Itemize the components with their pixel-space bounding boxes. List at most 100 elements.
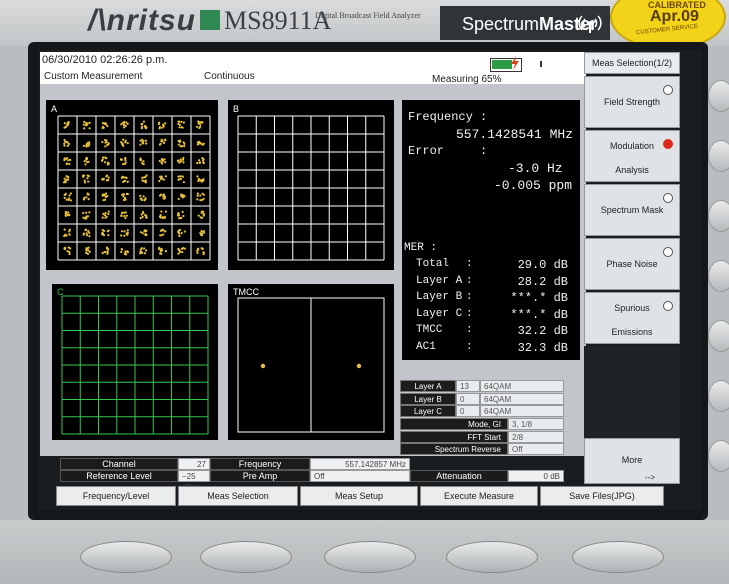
tmcc-panel[interactable]: TMCC <box>228 284 394 440</box>
mer-row-label: Layer A <box>416 274 463 287</box>
charging-bolt-icon <box>508 56 522 75</box>
constellation-b-plot <box>237 115 385 261</box>
bottom-key-execute-measure[interactable]: Execute Measure <box>420 486 538 506</box>
frequency-param-label: Frequency <box>210 458 310 470</box>
hardware-button-3[interactable] <box>324 541 416 573</box>
mer-row-value: ***.* dB <box>510 291 568 305</box>
calibration-date: Apr.09 <box>650 8 699 25</box>
mer-row-sep: : <box>466 324 473 336</box>
softkey-label-line2: Analysis <box>615 165 649 175</box>
softkey-label: Phase Noise <box>606 259 658 269</box>
layer-name: Layer A <box>400 380 456 392</box>
layer-modulation: 64QAM <box>480 405 564 417</box>
mer-row-label: Layer C <box>416 307 463 320</box>
radio-indicator-icon <box>663 301 673 311</box>
side-hardware-button-6[interactable] <box>708 380 729 412</box>
softkey-label-line2: Emissions <box>611 327 653 337</box>
side-hardware-button-5[interactable] <box>708 320 729 352</box>
error-label: Error : <box>408 144 488 158</box>
mer-label: MER : <box>404 242 438 254</box>
mer-row-label: Total <box>416 258 450 270</box>
constellation-panel-a[interactable]: A <box>46 100 218 270</box>
channel-label: Channel <box>60 458 178 470</box>
layer-segments: 0 <box>456 392 480 405</box>
side-hardware-button-3[interactable] <box>708 200 729 232</box>
layer-name: Layer B <box>400 392 456 405</box>
hardware-button-2[interactable] <box>200 541 292 573</box>
hardware-button-4[interactable] <box>446 541 538 573</box>
battery-tip <box>540 61 542 67</box>
mer-row-value: ***.* dB <box>510 307 568 322</box>
mer-row-label: AC1 <box>416 340 436 353</box>
softkey-label: Spectrum Mask <box>600 205 664 215</box>
side-hardware-button-2[interactable] <box>708 140 729 172</box>
softkey-modulation[interactable]: Modulation Analysis <box>584 130 680 182</box>
softkey-field-strength[interactable]: Field Strength <box>584 76 680 128</box>
mer-row-sep: : <box>466 274 473 287</box>
side-hardware-button-4[interactable] <box>708 260 729 292</box>
bottom-key-frequency-level[interactable]: Frequency/Level <box>56 486 176 506</box>
bottom-key-meas-selection[interactable]: Meas Selection <box>178 486 298 506</box>
ref-level-label: Reference Level <box>60 470 178 482</box>
preamp-label: Pre Amp <box>210 470 310 482</box>
datetime: 06/30/2010 02:26:26 p.m. <box>42 54 168 66</box>
antenna-signal-icon <box>578 11 602 35</box>
constellation-panel-b[interactable]: B <box>228 100 394 270</box>
radio-indicator-icon <box>663 247 673 257</box>
softkey-phase-noise[interactable]: Phase Noise <box>584 238 680 290</box>
error-hz: -3.0 Hz <box>508 161 563 176</box>
radio-indicator-icon <box>663 85 673 95</box>
constellation-panel-c[interactable]: C <box>52 284 218 440</box>
layer-name: Layer C <box>400 405 456 417</box>
softkey-more-label: More <box>621 455 643 465</box>
layer-segments: 0 <box>456 405 480 417</box>
softkey-spurious[interactable]: Spurious Emissions <box>584 292 680 344</box>
softkey-label: Field Strength <box>603 97 661 107</box>
mer-row-value: 32.3 dB <box>517 340 568 355</box>
measurement-mode: Custom Measurement <box>44 71 143 82</box>
product-name: SpectrumMaster <box>462 14 597 35</box>
ref-level-value[interactable]: −25 dBm <box>178 470 210 492</box>
softkey-menu-title: Meas Selection(1/2) <box>584 52 680 74</box>
layer-modulation: 64QAM <box>480 392 564 405</box>
frequency-value: 557.1428541 MHz <box>456 127 574 142</box>
hardware-button-5[interactable] <box>572 541 664 573</box>
mer-row-sep: : <box>466 340 473 353</box>
param-value: 3, 1/8 <box>508 418 564 430</box>
layer-segments: 13 <box>456 380 480 392</box>
mer-row-value: 29.0 dB <box>517 258 568 272</box>
active-indicator-icon <box>663 139 673 149</box>
model-mark-icon <box>200 10 220 30</box>
softkey-more[interactable]: More --> <box>584 438 680 484</box>
radio-indicator-icon <box>663 193 673 203</box>
preamp-value[interactable]: Off <box>310 470 410 482</box>
bottom-key-meas-setup[interactable]: Meas Setup <box>300 486 418 506</box>
softkey-more-arrow: --> <box>645 473 655 482</box>
param-label: FFT Start <box>400 430 508 443</box>
mer-row-label: Layer B <box>416 291 463 303</box>
param-label: Mode, GI <box>400 418 508 430</box>
channel-value[interactable]: 27 <box>178 458 210 470</box>
frequency-param-value[interactable]: 557.142857 MHz <box>310 458 410 470</box>
attenuation-value[interactable]: 0 dB <box>508 470 564 482</box>
bottom-key-save-files-jpg-[interactable]: Save Files(JPG) <box>540 486 664 506</box>
brand-logo: /\nritsu <box>88 4 197 37</box>
side-hardware-button-1[interactable] <box>708 80 729 112</box>
mer-row-sep: : <box>466 258 473 270</box>
side-hardware-button-7[interactable] <box>708 440 729 472</box>
softkey-blank <box>584 346 680 438</box>
param-label: Spectrum Reverse <box>400 443 508 455</box>
error-ppm: -0.005 ppm <box>494 178 573 193</box>
constellation-c-plot <box>61 295 209 435</box>
constellation-a-plot <box>57 115 211 261</box>
mer-row-sep: : <box>466 291 473 303</box>
sweep-mode: Continuous <box>204 71 255 82</box>
mer-row-label: TMCC <box>416 324 443 336</box>
hardware-button-1[interactable] <box>80 541 172 573</box>
product-description: Digital Broadcast Field Analyzer <box>315 11 421 20</box>
tmcc-plot <box>237 297 385 433</box>
param-value: 2/8 <box>508 430 564 443</box>
mer-row-value: 32.2 dB <box>517 324 568 338</box>
softkey-spectrum-mask[interactable]: Spectrum Mask <box>584 184 680 236</box>
mer-row-value: 28.2 dB <box>517 274 568 289</box>
